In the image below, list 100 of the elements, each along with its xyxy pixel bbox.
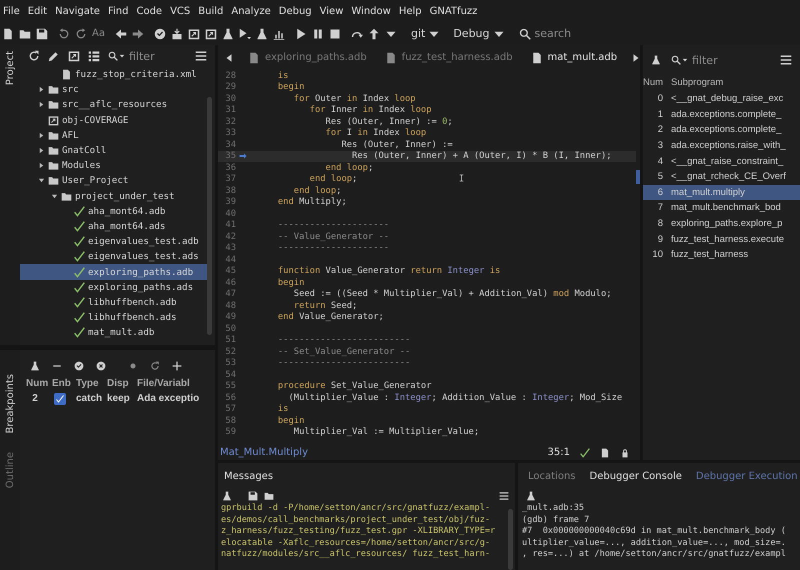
stack-frame-row[interactable]: 8 exploring_paths.explore_p <box>643 216 800 232</box>
scroll-left-icon[interactable] <box>224 52 234 62</box>
run-icon[interactable] <box>238 28 251 40</box>
panel-tab[interactable]: Debugger Execution <box>696 470 798 482</box>
box-arrow-icon[interactable] <box>170 28 183 40</box>
pencil-icon[interactable] <box>48 50 60 62</box>
menu-icon[interactable] <box>499 491 509 501</box>
flask-icon[interactable] <box>256 28 268 40</box>
tree-item[interactable]: libhuffbench.adb <box>20 294 207 310</box>
tree-item[interactable]: aha_mont64.ads <box>20 218 207 234</box>
column-header[interactable]: Disp <box>107 378 137 389</box>
dropdown[interactable]: git <box>406 27 444 40</box>
new-file-icon[interactable] <box>2 28 14 40</box>
stack-frame-row[interactable]: 6 mat_mult.multiply <box>643 184 800 200</box>
filter-field[interactable]: filter <box>129 50 179 62</box>
column-header[interactable]: File/Variabl <box>137 378 215 389</box>
column-header[interactable]: Num <box>643 76 671 88</box>
save-icon[interactable] <box>36 28 48 40</box>
menu-item[interactable]: Debug <box>278 6 312 16</box>
stack-frame-row[interactable]: 9 fuzz_test_harness.execute <box>643 231 800 247</box>
frame-arrow-icon[interactable] <box>188 28 200 40</box>
column-header[interactable]: Num <box>26 378 52 389</box>
stack-frame-row[interactable]: 0 <__gnat_debug_raise_exc <box>643 91 800 107</box>
refresh-icon[interactable] <box>150 361 160 371</box>
stack-frame-row[interactable]: 7 mat_mult.benchmark_bod <box>643 200 800 216</box>
up-arrow-icon[interactable] <box>368 28 380 40</box>
tree-item[interactable]: mat_mult.adb <box>20 325 207 340</box>
redo-icon[interactable] <box>75 28 87 40</box>
menu-item[interactable]: Navigate <box>55 6 100 16</box>
flask-icon[interactable] <box>526 491 536 501</box>
scrollbar[interactable] <box>636 170 640 184</box>
list-icon[interactable] <box>88 50 100 62</box>
expander-icon[interactable] <box>38 101 45 108</box>
font-button[interactable]: Aa <box>92 28 105 39</box>
column-header[interactable]: Enb <box>52 378 76 389</box>
flask-icon[interactable] <box>30 361 40 371</box>
menu-icon[interactable] <box>195 50 207 62</box>
play-icon[interactable] <box>294 28 307 40</box>
menu-item[interactable]: Build <box>198 6 224 16</box>
tree-item[interactable]: src__aflc_resources <box>20 97 207 113</box>
side-tab[interactable]: Project <box>4 51 16 86</box>
tree-item[interactable]: exploring_paths.ads <box>20 280 207 295</box>
column-header[interactable]: Subprogram <box>671 76 724 88</box>
panel-tab[interactable]: Messages <box>224 470 274 482</box>
tree-item[interactable]: User_Project <box>20 173 207 188</box>
file-icon[interactable] <box>600 448 610 458</box>
menu-item[interactable]: Analyze <box>231 6 271 16</box>
dot-icon[interactable] <box>128 361 138 371</box>
scrollbar[interactable] <box>207 97 212 335</box>
stop-icon[interactable] <box>328 28 341 40</box>
tree-item[interactable]: obj-COVERAGE <box>20 112 207 128</box>
location-link[interactable]: Mat_Mult.Multiply <box>220 447 308 458</box>
expander-icon[interactable] <box>38 86 45 94</box>
expander-icon[interactable] <box>51 192 58 200</box>
tree-item[interactable]: exploring_paths.adb <box>20 264 207 280</box>
filter-field[interactable]: filter <box>692 54 742 66</box>
tree-item[interactable]: src <box>20 82 207 98</box>
tree-item[interactable]: fuzz_stop_criteria.xml <box>20 67 207 82</box>
flask-icon[interactable] <box>651 55 661 65</box>
tree-item[interactable]: eigenvalues_test.adb <box>20 234 207 250</box>
tree-item[interactable]: aha_mont64.adb <box>20 204 207 219</box>
plus-icon[interactable] <box>172 361 182 371</box>
search-field[interactable]: search <box>534 27 605 40</box>
menu-item[interactable]: Help <box>398 6 422 16</box>
tree-item[interactable]: AFL <box>20 128 207 143</box>
frame-arrow-icon[interactable] <box>204 28 217 40</box>
menu-item[interactable]: File <box>3 6 20 16</box>
expander-icon[interactable] <box>38 177 45 184</box>
tree-item[interactable]: project_under_test <box>20 188 207 204</box>
frame-arrow-icon[interactable] <box>68 50 80 62</box>
stack-frame-row[interactable]: 3 ada.exceptions.raise_with_ <box>643 138 800 154</box>
flask-icon[interactable] <box>222 491 232 501</box>
tree-item[interactable]: GnatColl <box>20 142 207 158</box>
tree-item[interactable]: Modules <box>20 158 207 174</box>
menu-item[interactable]: GNATfuzz <box>430 6 478 16</box>
menu-item[interactable]: Window <box>351 6 391 16</box>
lock-icon[interactable] <box>620 448 630 458</box>
menu-item[interactable]: Find <box>108 6 128 16</box>
save-icon[interactable] <box>248 491 258 501</box>
back-arrow-icon[interactable] <box>114 28 127 40</box>
menu-item[interactable]: VCS <box>170 6 190 16</box>
column-header[interactable]: Type <box>76 378 107 389</box>
menu-item[interactable]: View <box>320 6 344 16</box>
editor-tab[interactable]: exploring_paths.adb <box>244 52 371 64</box>
stack-frame-row[interactable]: 1 ada.exceptions.complete_ <box>643 106 800 122</box>
checkbox[interactable] <box>54 393 66 405</box>
folder-icon[interactable] <box>19 28 31 40</box>
menu-item[interactable]: Edit <box>28 6 48 16</box>
scrollbar[interactable] <box>508 509 513 570</box>
expander-icon[interactable] <box>38 162 45 170</box>
stack-frame-row[interactable]: 5 <__gnat_rcheck_CE_Overf <box>643 168 800 185</box>
expander-icon[interactable] <box>38 132 45 139</box>
stack-frame-row[interactable]: 2 ada.exceptions.complete_ <box>643 122 800 138</box>
tree-item[interactable]: eigenvalues_test.ads <box>20 249 207 264</box>
editor-tab[interactable]: fuzz_test_harness.adb <box>380 52 517 64</box>
dropdown[interactable]: Debug <box>449 27 509 40</box>
side-tab[interactable]: Breakpoints <box>4 374 16 434</box>
stack-frame-row[interactable]: 4 <__gnat_raise_constraint_ <box>643 153 800 169</box>
panel-tab[interactable]: Debugger Console <box>590 470 682 482</box>
forward-arrow-icon[interactable] <box>132 28 144 40</box>
